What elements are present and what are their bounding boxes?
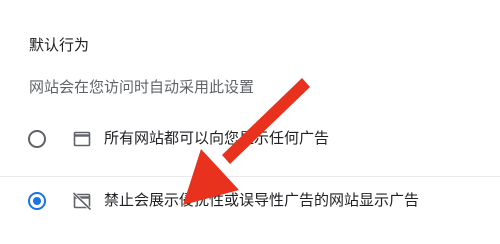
radio-allow-all-ads[interactable]: [28, 130, 46, 148]
option-label-allow-all-ads: 所有网站都可以向您显示任何广告: [104, 129, 330, 147]
browser-window-icon: [73, 131, 91, 147]
blocked-ads-icon: [72, 191, 92, 211]
section-title: 默认行为: [29, 36, 90, 54]
option-label-block-intrusive-ads: 禁止会展示侵扰性或误导性广告的网站显示广告: [104, 191, 420, 209]
radio-block-intrusive-ads[interactable]: [28, 192, 46, 210]
option-block-intrusive-ads[interactable]: 禁止会展示侵扰性或误导性广告的网站显示广告: [0, 176, 500, 223]
default-behavior-section: 默认行为 网站会在您访问时自动采用此设置 所有网站都可以向您显示任何广告 禁止会…: [0, 0, 500, 244]
section-description: 网站会在您访问时自动采用此设置: [29, 78, 255, 96]
option-allow-all-ads[interactable]: 所有网站都可以向您显示任何广告: [0, 115, 500, 161]
